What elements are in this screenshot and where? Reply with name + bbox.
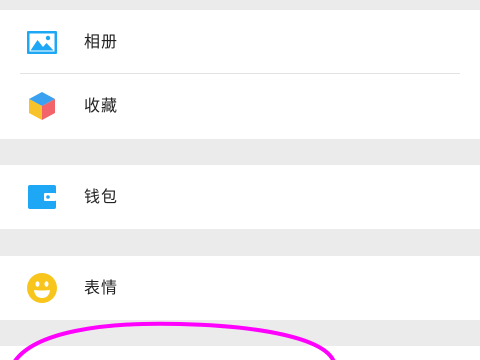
menu-item-wallet-label: 钱包: [84, 187, 119, 206]
favorites-cube-icon: [26, 90, 58, 122]
menu-item-album-label: 相册: [84, 32, 119, 51]
menu-item-wallet[interactable]: 钱包: [0, 165, 480, 229]
menu-group-1: 相册 收藏: [0, 10, 480, 139]
menu-item-favorites-label: 收藏: [84, 96, 119, 115]
menu-item-album[interactable]: 相册: [0, 10, 480, 74]
menu-group-3: 表情: [0, 256, 480, 320]
menu-item-favorites[interactable]: 收藏: [0, 74, 480, 138]
menu-item-stickers-label: 表情: [84, 278, 119, 297]
emoji-smile-icon: [26, 272, 58, 304]
wallet-icon: [26, 181, 58, 213]
album-icon: [26, 26, 58, 58]
menu-group-4: [0, 346, 480, 360]
menu-group-2: 钱包: [0, 165, 480, 229]
menu-item-stickers[interactable]: 表情: [0, 256, 480, 320]
